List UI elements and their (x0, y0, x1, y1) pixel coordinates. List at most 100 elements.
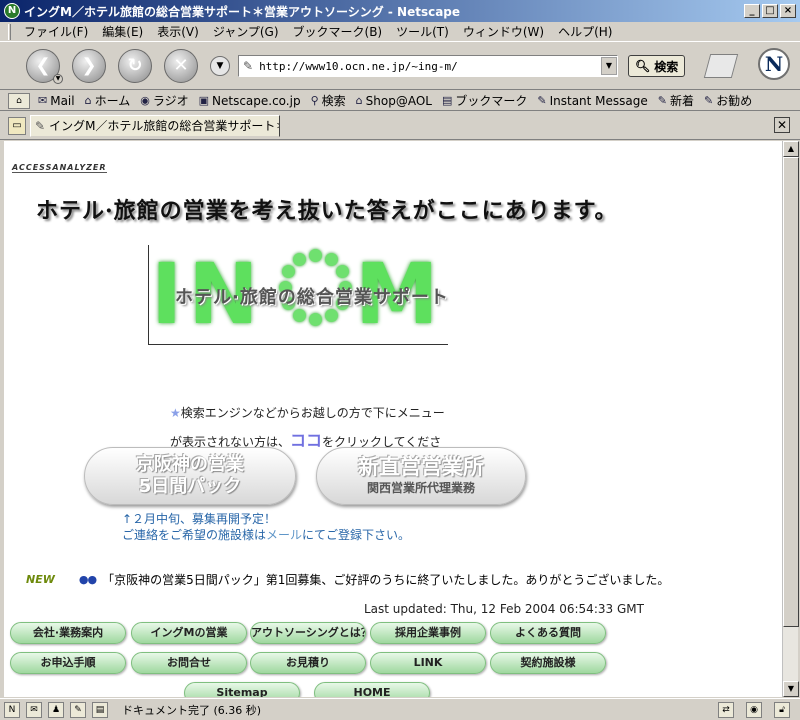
reload-button[interactable]: ↻ (118, 49, 152, 83)
mail-link[interactable]: メール (266, 528, 302, 542)
link-icon: ✎ (657, 94, 667, 107)
toolbar-home[interactable]: ⌂ ホーム (85, 92, 131, 109)
vertical-scrollbar[interactable]: ▲ ▼ (782, 141, 799, 697)
nav-faq[interactable]: よくある質問 (490, 622, 606, 644)
keihanshin-5day-pack-button[interactable]: 京阪神の営業 5日間パック (84, 447, 296, 505)
bullet-icon: ●● (78, 573, 97, 586)
page-headline: ホテル·旅館の営業を考え抜いた答えがここにあります。 (36, 198, 618, 224)
banner-dot (336, 265, 349, 278)
security-lock-icon[interactable]: 🔓︎ (774, 702, 790, 718)
netscape-app-icon: N (4, 3, 20, 19)
privacy-icon[interactable]: ◉ (746, 702, 762, 718)
toolbar-recommended[interactable]: ✎ お勧め (704, 92, 752, 109)
close-tab-button[interactable]: ✕ (774, 117, 790, 133)
access-analyzer-logo[interactable]: ACCESSANALYZER (12, 163, 107, 173)
stop-icon: ✕ (173, 55, 189, 76)
menu-tools[interactable]: ツール(T) (389, 23, 456, 40)
new-direct-sales-office-button[interactable]: 新直営営業所 関西営業所代理業務 (316, 447, 526, 505)
nav-link[interactable]: LINK (370, 652, 486, 674)
toolbar-grip[interactable] (8, 23, 11, 40)
nav-home[interactable]: HOME (314, 682, 430, 697)
nav-contract-facilities[interactable]: 契約施設様 (490, 652, 606, 674)
pill-subtitle: 関西営業所代理業務 (366, 481, 475, 495)
back-history-dropdown[interactable]: ▼ (53, 74, 63, 84)
banner-dot (309, 313, 322, 326)
stop-button[interactable]: ✕ (164, 49, 198, 83)
nav-application-steps[interactable]: お申込手順 (10, 652, 126, 674)
nav-estimate[interactable]: お見積り (250, 652, 366, 674)
my-netscape-icon: ▣ (198, 94, 209, 107)
url-history-button[interactable]: ▼ (210, 56, 230, 76)
menu-edit[interactable]: 編集(E) (95, 23, 150, 40)
toolbar-instant-message[interactable]: ✎ Instant Message (537, 94, 647, 108)
banner-dot (293, 309, 306, 322)
online-status-icon: ⇄ (718, 702, 734, 718)
last-updated: Last updated: Thu, 12 Feb 2004 06:54:33 … (364, 602, 644, 616)
toolbar-search[interactable]: ⚲ 検索 (311, 92, 346, 109)
mail-icon[interactable]: ✉ (26, 701, 42, 718)
search-button[interactable]: 🔍︎ 検索 (628, 55, 686, 77)
forward-button[interactable]: ❯ (72, 49, 106, 83)
nav-sitemap[interactable]: Sitemap (184, 682, 300, 697)
menu-view[interactable]: 表示(V) (150, 23, 206, 40)
print-icon[interactable] (704, 54, 739, 78)
close-button[interactable]: × (780, 4, 796, 18)
page-icon: ✎ (35, 118, 46, 133)
tab-bar: ▭ ✎ イングM／ホテル旅館の総合営業サポート＊... (0, 112, 800, 140)
radio-icon: ◉ (140, 94, 150, 107)
search-icon: ⚲ (310, 94, 319, 107)
toolbar-bookmarks[interactable]: ▤ ブックマーク (442, 92, 527, 109)
toolbar-radio[interactable]: ◉ ラジオ (140, 92, 188, 109)
update-line1: ↑２月中旬、募集再開予定！ (122, 512, 277, 526)
tab-active[interactable]: ✎ イングM／ホテル旅館の総合営業サポート＊... (30, 114, 280, 137)
tab-label: イングM／ホテル旅館の総合営業サポート＊... (49, 119, 280, 133)
composer-icon[interactable]: ✎ (70, 701, 86, 718)
status-bar: N ✉ ♟ ✎ ▤ ドキュメント完了 (6.36 秒) ⇄ ◉ 🔓︎ (0, 698, 800, 720)
menu-window[interactable]: ウィンドウ(W) (456, 23, 551, 40)
forward-arrow-icon: ❯ (81, 55, 97, 76)
nav-about-outsourcing[interactable]: アウトソーシングとは？ (250, 622, 366, 644)
address-book-icon[interactable]: ▤ (92, 701, 108, 718)
news-text: 「京阪神の営業5日間パック」第1回募集、ご好評のうちに終了いたしました。ありがと… (102, 573, 670, 587)
banner-subtitle: ホテル·旅館の総合営業サポート (175, 287, 449, 308)
maximize-button[interactable]: □ (762, 4, 778, 18)
pill-subtitle: 5日間パック (138, 476, 242, 497)
toolbar-shop-aol[interactable]: ⌂ Shop@AOL (356, 94, 432, 108)
banner-dot (293, 253, 306, 266)
pill-title: 新直営営業所 (358, 455, 484, 479)
nav-ingm-sales[interactable]: イングMの営業 (131, 622, 247, 644)
scroll-down-arrow[interactable]: ▼ (783, 681, 799, 697)
minimize-button[interactable]: _ (744, 4, 760, 18)
toolbar-whats-new[interactable]: ✎ 新着 (658, 92, 694, 109)
mail-icon: ✉ (38, 94, 48, 107)
star-icon: ★ (170, 406, 181, 420)
menu-bookmarks[interactable]: ブックマーク(B) (286, 23, 390, 40)
url-dropdown-button[interactable]: ▼ (601, 57, 617, 75)
navigator-icon[interactable]: N (4, 701, 20, 718)
aim-icon[interactable]: ♟ (48, 701, 64, 718)
back-button[interactable]: ❮ ▼ (26, 49, 63, 84)
toolbar-mail[interactable]: ✉ Mail (38, 94, 75, 108)
reload-icon: ↻ (127, 55, 143, 76)
nav-contact[interactable]: お問合せ (131, 652, 247, 674)
shop-icon: ⌂ (355, 94, 363, 107)
url-bar[interactable]: ✎ http://www10.ocn.ne.jp/~ing-m/ ▼ (238, 55, 618, 77)
link-icon: ✎ (537, 94, 547, 107)
menu-go[interactable]: ジャンプ(G) (206, 23, 286, 40)
home-tab-button[interactable]: ⌂ (8, 92, 30, 109)
scroll-thumb[interactable] (783, 157, 799, 627)
menu-file[interactable]: ファイル(F) (17, 23, 95, 40)
window-title: イングM／ホテル旅館の総合営業サポート＊営業アウトソーシング - Netscap… (24, 4, 461, 19)
nav-case-studies[interactable]: 採用企業事例 (370, 622, 486, 644)
menu-help[interactable]: ヘルプ(H) (551, 23, 619, 40)
title-bar: N イングM／ホテル旅館の総合営業サポート＊営業アウトソーシング - Netsc… (0, 0, 800, 22)
new-tab-icon[interactable]: ▭ (8, 116, 26, 135)
netscape-throbber-logo[interactable]: N (758, 48, 790, 80)
url-text[interactable]: http://www10.ocn.ne.jp/~ing-m/ (259, 60, 601, 73)
toolbar-netscape[interactable]: ▣ Netscape.co.jp (199, 94, 301, 108)
page-viewport: ACCESSANALYZER ホテル·旅館の営業を考え抜いた答えがここにあります… (4, 141, 782, 697)
nav-company-info[interactable]: 会社·業務案内 (10, 622, 126, 644)
link-icon: ✎ (704, 94, 714, 107)
banner-dot (309, 249, 322, 262)
scroll-up-arrow[interactable]: ▲ (783, 141, 799, 157)
